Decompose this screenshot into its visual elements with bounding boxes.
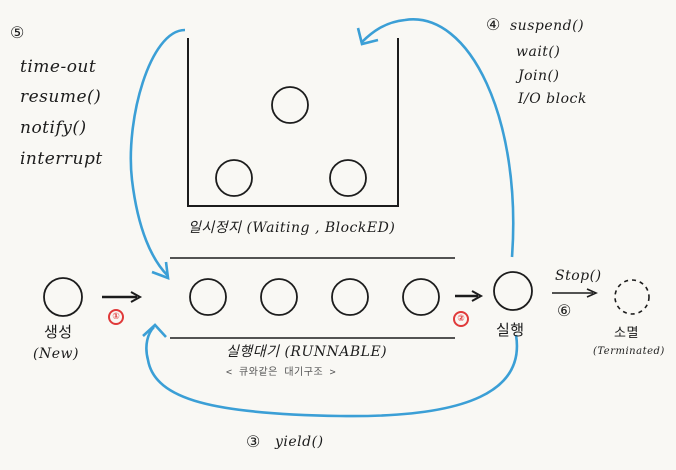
terminated-label-en: (Terminated) <box>593 346 665 357</box>
runnable-note: < 큐와같은 대기구조 > <box>226 367 337 378</box>
step5-item-timeout: time-out <box>20 57 97 77</box>
step4-item-join: Join() <box>518 68 560 84</box>
waiting-thread-right <box>329 159 367 197</box>
arc-waiting-to-queue <box>129 28 186 277</box>
step6-number: ⑥ <box>557 301 572 320</box>
step5-item-notify: notify() <box>20 118 87 138</box>
waiting-thread-top <box>271 86 309 124</box>
thread-state-diagram: ⑤ time-out resume() notify() interrupt ④… <box>0 0 676 470</box>
waiting-thread-left <box>215 159 253 197</box>
step6-label: Stop() <box>555 268 602 284</box>
queue-thread-3 <box>331 278 369 316</box>
terminated-label: 소멸 <box>614 326 639 341</box>
step5-item-interrupt: interrupt <box>20 149 103 169</box>
running-thread <box>493 271 533 311</box>
new-label-en: (New) <box>33 346 79 362</box>
running-label: 실행 <box>496 321 525 339</box>
new-thread <box>43 277 83 317</box>
step3-label: yield() <box>275 434 324 450</box>
step5-number: ⑤ <box>10 23 25 42</box>
step3-number: ③ <box>246 432 261 451</box>
queue-thread-4 <box>402 278 440 316</box>
step4-item-io-block: I/O block <box>518 91 587 107</box>
step4-item-wait: wait() <box>516 44 561 60</box>
step4-item-suspend: suspend() <box>510 18 585 34</box>
waiting-label: 일시정지 (Waiting , BlockED) <box>188 220 396 236</box>
step2-marker: ② <box>453 311 469 327</box>
step1-marker: ① <box>108 309 124 325</box>
terminated-thread <box>614 279 650 315</box>
runnable-label: 실행대기 (RUNNABLE) <box>226 344 388 360</box>
step5-item-resume: resume() <box>20 87 102 107</box>
queue-thread-1 <box>189 278 227 316</box>
step4-number: ④ <box>486 15 501 34</box>
new-label: 생성 <box>44 323 73 341</box>
queue-thread-2 <box>260 278 298 316</box>
